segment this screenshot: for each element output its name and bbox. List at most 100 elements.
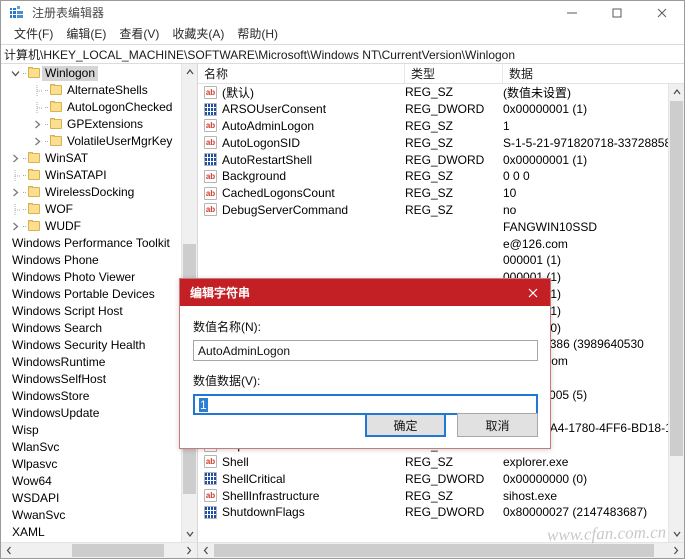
table-row[interactable]: ShutdownFlags REG_DWORD 0x80000027 (214748… — [198, 504, 668, 521]
chevron-right-icon[interactable] — [7, 150, 23, 167]
edit-string-dialog: 编辑字符串 数值名称(N): AutoAdminLogon 数值数据(V): 1… — [179, 278, 551, 449]
value-name: Background — [222, 169, 287, 184]
registry-editor-window: 注册表编辑器 文件(F) 编辑(E) 查看(V) 收藏夹(A) 帮助(H) 计算机\HK… — [0, 0, 685, 559]
tree-item[interactable]: Wisp — [1, 422, 181, 439]
ok-button[interactable]: 确定 — [365, 413, 446, 437]
tree-item[interactable]: XAML — [1, 524, 181, 541]
tree-item-label: XAML — [12, 525, 45, 539]
tree-item[interactable]: AutoLogonChecked — [1, 99, 181, 116]
menu-view[interactable]: 查看(V) — [113, 23, 166, 45]
cell-data: FANGWIN10SSD — [503, 219, 598, 234]
table-row[interactable]: Shell REG_SZ explorer.exe — [198, 454, 668, 471]
cell-name: CachedLogonsCount — [198, 186, 405, 200]
tree-item[interactable]: Windows Search — [1, 320, 181, 337]
table-row[interactable]: ShellCritical REG_DWORD 0x00000000 (0) — [198, 470, 668, 487]
tree-item-label: WwanSvc — [12, 508, 66, 522]
menu-edit[interactable]: 编辑(E) — [60, 23, 113, 45]
chevron-right-icon[interactable] — [7, 218, 23, 235]
tree-item[interactable]: GPExtensions — [1, 116, 181, 133]
list-scroll-left-icon[interactable] — [198, 543, 214, 558]
tree-scroll-up-icon[interactable] — [182, 64, 197, 80]
chevron-down-icon[interactable] — [7, 65, 23, 82]
tree-item[interactable]: WindowsUpdate — [1, 405, 181, 422]
list-scroll-down-icon[interactable] — [669, 526, 684, 542]
table-row[interactable]: ARSOUserConsent REG_DWORD 0x00000001 (1) — [198, 101, 668, 118]
tree-item[interactable]: VolatileUserMgrKey — [1, 133, 181, 150]
tree-item[interactable]: WindowsStore — [1, 388, 181, 405]
tree-item[interactable]: WirelessDocking — [1, 184, 181, 201]
tree-scroll-right-icon[interactable] — [181, 543, 197, 558]
table-row[interactable]: FANGWIN10SSD — [198, 218, 668, 235]
tree-item-label: WindowsUpdate — [12, 406, 100, 420]
tree-item[interactable]: Windows Performance Toolkit — [1, 235, 181, 252]
tree-item[interactable]: Windows Security Health — [1, 337, 181, 354]
tree-scroll-area: Winlogon AlternateShells AutoLogonChecked G… — [1, 64, 197, 542]
tree-item[interactable]: Windows Portable Devices — [1, 286, 181, 303]
list-scroll-thumb[interactable] — [670, 101, 683, 456]
cell-type: REG_DWORD — [405, 471, 485, 486]
tree-leaf-marker — [7, 201, 23, 218]
menu-favorites[interactable]: 收藏夹(A) — [166, 23, 231, 45]
table-row[interactable]: e@126.com — [198, 235, 668, 252]
tree-item[interactable]: WOF — [1, 201, 181, 218]
table-row[interactable]: (默认) REG_SZ (数值未设置) — [198, 84, 668, 101]
tree-item[interactable]: Windows Phone — [1, 252, 181, 269]
minimize-button[interactable] — [549, 1, 594, 24]
tree-scroll-left-icon[interactable] — [1, 543, 17, 558]
tree-item[interactable]: Windows Photo Viewer — [1, 269, 181, 286]
tree-item[interactable]: Wow64 — [1, 473, 181, 490]
tree-item[interactable]: WinSATAPI — [1, 167, 181, 184]
list-scroll-right-icon[interactable] — [668, 543, 684, 558]
tree-item[interactable]: Wlpasvc — [1, 456, 181, 473]
tree-item-label: AlternateShells — [67, 83, 148, 97]
tree-scroll-down-icon[interactable] — [182, 526, 197, 542]
tree-item[interactable]: WUDF — [1, 218, 181, 235]
tree-item[interactable]: AlternateShells — [1, 82, 181, 99]
table-row[interactable]: AutoAdminLogon REG_SZ 1 — [198, 118, 668, 135]
list-hscroll-thumb[interactable] — [214, 544, 654, 557]
table-row[interactable]: CachedLogonsCount REG_SZ 10 — [198, 185, 668, 202]
column-header-data[interactable]: 数据 — [503, 64, 684, 83]
tree-item[interactable]: Winlogon — [1, 65, 181, 82]
table-row[interactable]: ShellInfrastructure REG_SZ sihost.exe — [198, 487, 668, 504]
tree-leaf-marker — [29, 99, 45, 116]
chevron-right-icon[interactable] — [29, 116, 45, 133]
table-row[interactable]: Background REG_SZ 0 0 0 — [198, 168, 668, 185]
tree-hscroll-thumb[interactable] — [72, 544, 164, 557]
maximize-button[interactable] — [594, 1, 639, 24]
string-value-icon — [204, 136, 217, 150]
tree-horizontal-scrollbar[interactable] — [1, 542, 197, 558]
cancel-button[interactable]: 取消 — [457, 413, 538, 437]
address-bar[interactable]: 计算机\HKEY_LOCAL_MACHINE\SOFTWARE\Microsof… — [1, 44, 684, 64]
value-name: CachedLogonsCount — [222, 186, 335, 201]
tree-item[interactable]: WlanSvc — [1, 439, 181, 456]
tree-item[interactable]: WindowsSelfHost — [1, 371, 181, 388]
list-vertical-scrollbar[interactable] — [668, 84, 684, 542]
list-horizontal-scrollbar[interactable] — [198, 542, 684, 558]
cell-data: 1 — [503, 118, 510, 133]
tree-item[interactable]: WSDAPI — [1, 490, 181, 507]
table-row[interactable]: 000001 (1) — [198, 252, 668, 269]
tree-item[interactable]: WinSAT — [1, 150, 181, 167]
chevron-right-icon[interactable] — [7, 184, 23, 201]
menu-file[interactable]: 文件(F) — [8, 23, 60, 45]
list-scroll-up-icon[interactable] — [669, 84, 684, 100]
table-row[interactable]: DebugServerCommand REG_SZ no — [198, 202, 668, 219]
table-row[interactable]: AutoLogonSID REG_SZ S-1-5-21-971820718-337… — [198, 134, 668, 151]
chevron-right-icon[interactable] — [29, 133, 45, 150]
tree-item[interactable]: Windows Script Host — [1, 303, 181, 320]
value-data-input[interactable]: 1 — [193, 394, 538, 415]
tree-item[interactable]: WindowsRuntime — [1, 354, 181, 371]
tree-item-label: WOF — [45, 202, 73, 216]
menu-help[interactable]: 帮助(H) — [231, 23, 285, 45]
column-header-type[interactable]: 类型 — [405, 64, 503, 83]
cell-data: no — [503, 202, 517, 217]
value-name-input[interactable]: AutoAdminLogon — [193, 340, 538, 361]
tree-item[interactable]: WwanSvc — [1, 507, 181, 524]
close-button[interactable] — [639, 1, 684, 24]
tree-item-label: WSDAPI — [12, 491, 60, 505]
menu-bar: 文件(F) 编辑(E) 查看(V) 收藏夹(A) 帮助(H) — [1, 24, 684, 44]
column-header-name[interactable]: 名称 — [198, 64, 405, 83]
table-row[interactable]: AutoRestartShell REG_DWORD 0x00000001 (1) — [198, 151, 668, 168]
dialog-close-icon[interactable] — [516, 279, 550, 306]
